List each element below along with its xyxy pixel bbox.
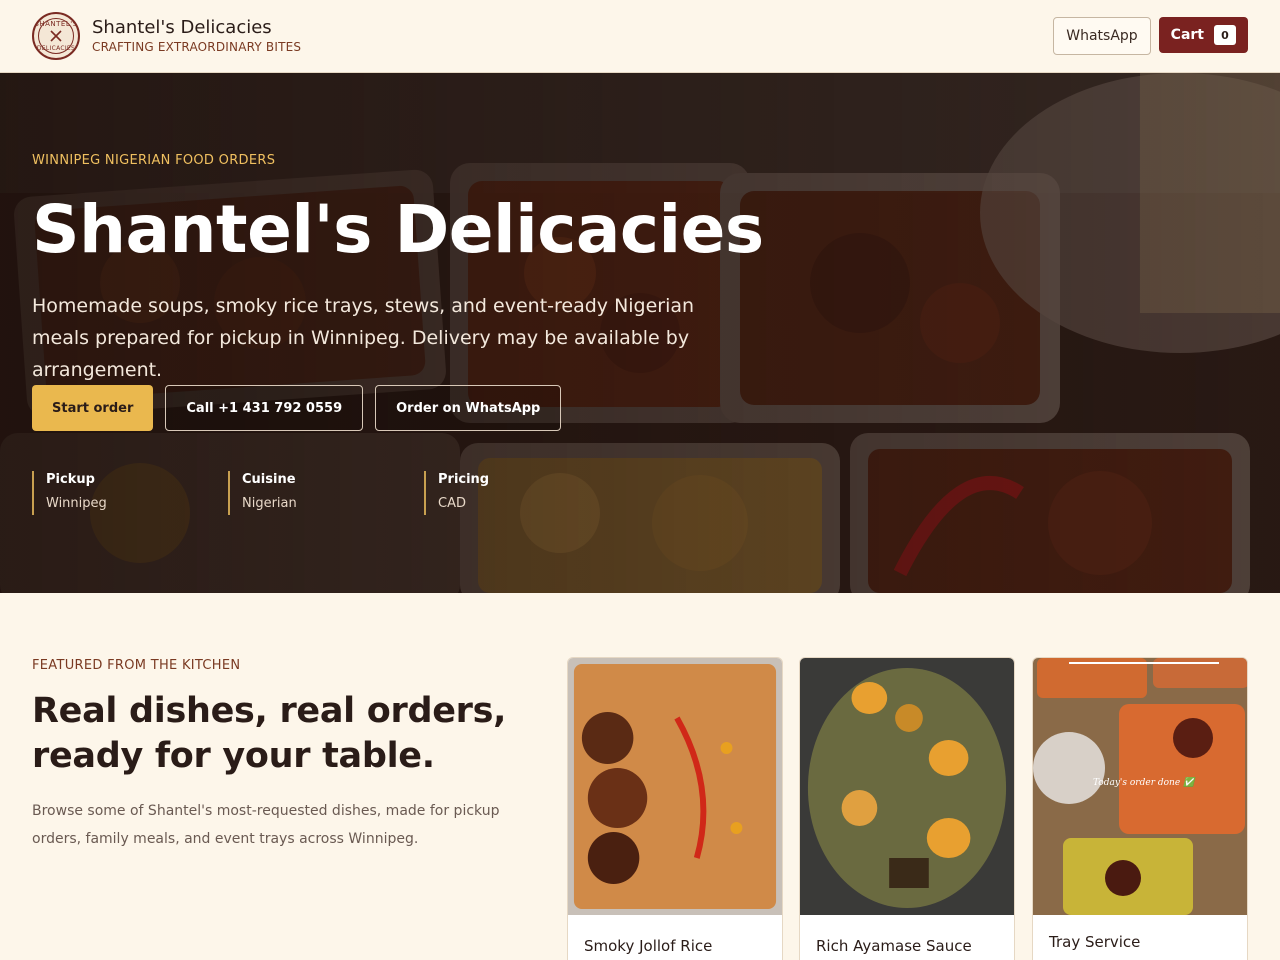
order-whatsapp-button[interactable]: Order on WhatsApp — [375, 385, 562, 431]
brand[interactable]: SHANTEL'S DELICACIES Shantel's Delicacie… — [32, 12, 301, 60]
dish-card-title: Smoky Jollof Rice — [584, 937, 713, 955]
stat-label: Pickup — [46, 472, 95, 487]
tray-service-image: Today's order done ✅ — [1033, 658, 1247, 915]
cart-button[interactable]: Cart 0 — [1158, 17, 1248, 53]
dish-card-title: Tray Service — [1049, 933, 1141, 951]
stat-value: Winnipeg — [46, 496, 107, 511]
hero-eyebrow: WINNIPEG NIGERIAN FOOD ORDERS — [32, 153, 276, 168]
utensils-icon — [50, 30, 62, 42]
brand-name: Shantel's Delicacies — [92, 17, 272, 38]
hero-title: Shantel's Delicacies — [32, 191, 764, 268]
stat-pickup: Pickup Winnipeg — [32, 471, 228, 515]
hero-buttons: Start order Call +1 431 792 0559 Order o… — [32, 385, 562, 431]
stat-value: Nigerian — [242, 496, 297, 511]
featured-title: Real dishes, real orders, ready for your… — [32, 691, 507, 776]
call-button[interactable]: Call +1 431 792 0559 — [165, 385, 364, 431]
whatsapp-button[interactable]: WhatsApp — [1053, 17, 1151, 55]
site-header: SHANTEL'S DELICACIES Shantel's Delicacie… — [0, 0, 1280, 73]
featured-description: Browse some of Shantel's most-requested … — [32, 803, 500, 847]
stat-cuisine: Cuisine Nigerian — [228, 471, 424, 515]
stat-label: Pricing — [438, 472, 490, 487]
stat-pricing: Pricing CAD — [424, 471, 620, 515]
header-actions: WhatsApp Cart 0 — [1053, 17, 1248, 55]
brand-logo: SHANTEL'S DELICACIES — [32, 12, 80, 60]
dish-card-jollof[interactable]: Smoky Jollof Rice — [567, 657, 783, 960]
hero-stats: Pickup Winnipeg Cuisine Nigerian Pricing… — [32, 471, 620, 515]
ayamase-sauce-image — [800, 658, 1014, 915]
stat-value: CAD — [438, 496, 466, 511]
dish-card-tray[interactable]: Today's order done ✅ Tray Service — [1032, 657, 1248, 960]
start-order-button[interactable]: Start order — [32, 385, 154, 431]
brand-tagline: CRAFTING EXTRAORDINARY BITES — [92, 40, 302, 54]
cart-label: Cart — [1170, 27, 1204, 43]
tray-image-caption: Today's order done ✅ — [1093, 778, 1195, 788]
logo-text-bottom: DELICACIES — [36, 45, 76, 52]
cart-count-badge: 0 — [1214, 25, 1236, 45]
featured-eyebrow: FEATURED FROM THE KITCHEN — [32, 658, 241, 673]
logo-text-top: SHANTEL'S — [34, 20, 78, 28]
dish-card-title: Rich Ayamase Sauce — [816, 937, 972, 955]
jollof-rice-image — [568, 658, 782, 915]
hero-section: WINNIPEG NIGERIAN FOOD ORDERS Shantel's … — [0, 73, 1280, 593]
stat-label: Cuisine — [242, 472, 296, 487]
hero-description: Homemade soups, smoky rice trays, stews,… — [32, 295, 695, 381]
featured-intro: FEATURED FROM THE KITCHEN Real dishes, r… — [32, 658, 532, 853]
dish-card-ayamase[interactable]: Rich Ayamase Sauce — [799, 657, 1015, 960]
